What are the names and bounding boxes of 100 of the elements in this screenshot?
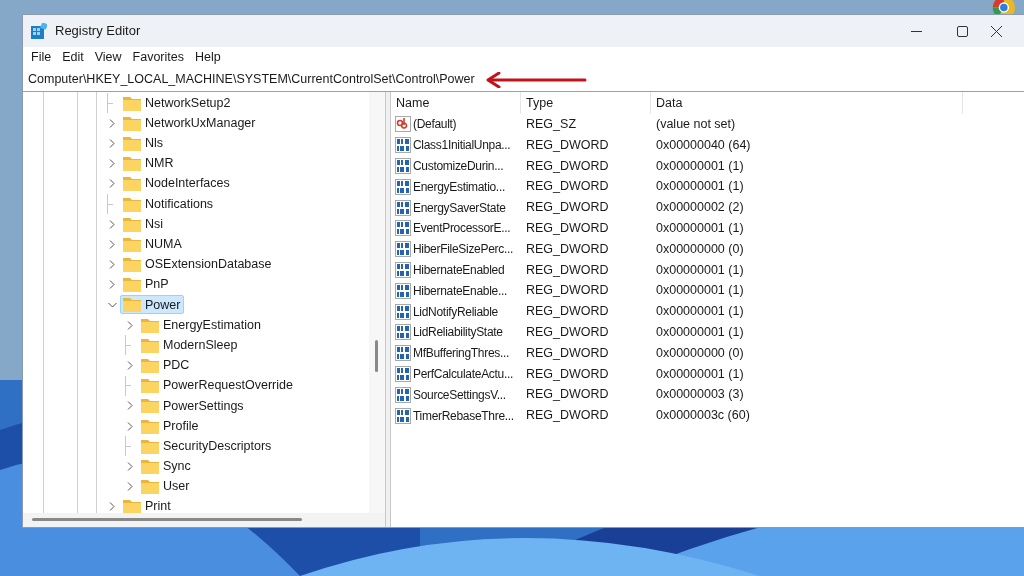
- tree-item[interactable]: NUMA: [120, 234, 186, 254]
- table-cell-text: 0x00000001 (1): [655, 282, 745, 300]
- value-name[interactable]: SourceSettingsV...: [413, 385, 506, 404]
- table-cell-text: REG_DWORD: [525, 282, 610, 300]
- tree-item[interactable]: PowerRequestOverride: [138, 376, 297, 396]
- table-cell-text: REG_SZ: [525, 116, 577, 133]
- value-name[interactable]: EventProcessorE...: [413, 219, 511, 238]
- tree-item[interactable]: OSExtensionDatabase: [120, 255, 276, 275]
- value-name[interactable]: EnergySaverState: [413, 198, 506, 217]
- column-header[interactable]: Name: [391, 92, 521, 114]
- table-cell-text: REG_DWORD: [525, 261, 610, 279]
- folder-icon: [123, 196, 141, 212]
- tree-item[interactable]: NMR: [120, 154, 178, 174]
- binary-value-icon: [395, 386, 411, 403]
- tree-item[interactable]: PDC: [138, 356, 194, 376]
- value-name[interactable]: HibernateEnabled: [413, 260, 505, 279]
- minimize-icon: [910, 30, 922, 32]
- binary-value-icon: [395, 241, 411, 258]
- table-cell-text: REG_DWORD: [525, 220, 610, 237]
- chevron-right-icon: [127, 461, 133, 471]
- value-name[interactable]: (Default): [413, 115, 457, 134]
- value-name[interactable]: Class1InitialUnpa...: [413, 136, 511, 155]
- column-header[interactable]: Data: [651, 92, 963, 114]
- table-cell-text: 0x00000001 (1): [655, 178, 745, 196]
- tree-item[interactable]: Nsi: [120, 214, 168, 234]
- folder-icon: [123, 135, 141, 151]
- table-cell-text: REG_DWORD: [525, 344, 610, 362]
- binary-value-icon: [395, 345, 411, 362]
- table-cell-text: REG_DWORD: [525, 157, 610, 175]
- address-bar[interactable]: Computer\HKEY_LOCAL_MACHINE\SYSTEM\CurrentControlSet\Control\Power: [23, 70, 475, 89]
- tree-item[interactable]: PowerSettings: [138, 396, 248, 416]
- value-name[interactable]: PerfCalculateActu...: [413, 364, 514, 383]
- close-icon: [991, 25, 1002, 37]
- menu-item[interactable]: Edit: [57, 48, 89, 67]
- menu-item[interactable]: File: [26, 48, 57, 67]
- scroll-thumb[interactable]: [32, 518, 302, 521]
- column-header[interactable]: Type: [521, 92, 651, 114]
- vertical-scrollbar[interactable]: [369, 92, 385, 513]
- folder-icon: [123, 297, 141, 313]
- tree-item[interactable]: User: [138, 477, 194, 497]
- table-cell-text: REG_DWORD: [525, 178, 610, 196]
- tree-item[interactable]: Power: [120, 295, 185, 315]
- folder-icon: [123, 257, 141, 273]
- value-name[interactable]: CustomizeDurin...: [413, 157, 504, 175]
- tree-item[interactable]: NetworkSetup2: [120, 93, 235, 113]
- chevron-right-icon: [127, 482, 133, 492]
- string-value-icon: [395, 116, 411, 133]
- folder-icon: [141, 479, 159, 495]
- folder-icon: [123, 499, 141, 515]
- folder-icon: [141, 438, 159, 454]
- value-name[interactable]: HibernateEnable...: [413, 281, 507, 300]
- folder-icon: [123, 95, 141, 111]
- folder-icon: [141, 317, 159, 333]
- table-cell-text: REG_DWORD: [525, 240, 610, 258]
- table-cell-text: 0x00000002 (2): [655, 199, 745, 217]
- table-cell-text: REG_DWORD: [525, 324, 610, 341]
- folder-icon: [141, 358, 159, 374]
- folder-icon: [123, 156, 141, 172]
- scroll-thumb[interactable]: [375, 340, 378, 372]
- binary-value-icon: [395, 220, 411, 237]
- table-cell-text: REG_DWORD: [525, 386, 610, 404]
- table-cell-text: (value not set): [655, 116, 737, 133]
- value-name[interactable]: EnergyEstimatio...: [413, 177, 505, 196]
- binary-value-icon: [395, 137, 411, 154]
- table-cell-text: 0x0000003c (60): [655, 407, 751, 425]
- value-name[interactable]: TimerRebaseThre...: [413, 406, 514, 425]
- horizontal-scrollbar[interactable]: [23, 513, 385, 527]
- tree-item[interactable]: ModernSleep: [138, 335, 242, 355]
- table-cell-text: 0x00000001 (1): [655, 303, 745, 321]
- binary-value-icon: [395, 158, 411, 174]
- binary-value-icon: [395, 303, 411, 320]
- menu-item[interactable]: Help: [190, 48, 226, 67]
- table-cell-text: REG_DWORD: [525, 199, 610, 217]
- folder-icon: [141, 337, 159, 353]
- tree-item[interactable]: Profile: [138, 416, 203, 436]
- value-name[interactable]: MfBufferingThres...: [413, 344, 510, 363]
- tree-item[interactable]: EnergyEstimation: [138, 315, 265, 335]
- table-cell-text: 0x00000000 (0): [655, 240, 745, 258]
- tree-item[interactable]: NetworkUxManager: [120, 113, 260, 133]
- folder-icon: [141, 398, 159, 414]
- tree-item[interactable]: Print: [120, 497, 175, 517]
- menu-item[interactable]: View: [89, 48, 127, 67]
- tree-item[interactable]: SecurityDescriptors: [138, 436, 276, 456]
- menu-item[interactable]: Favorites: [127, 48, 189, 67]
- chevron-down-icon: [107, 301, 117, 308]
- tree-item[interactable]: Notifications: [120, 194, 218, 214]
- tree-item[interactable]: Sync: [138, 456, 195, 476]
- folder-icon: [123, 115, 141, 131]
- binary-value-icon: [395, 282, 411, 299]
- value-name[interactable]: LidNotifyReliable: [413, 302, 498, 321]
- tree-item[interactable]: Nls: [120, 133, 168, 153]
- value-name[interactable]: HiberFileSizePerc...: [413, 240, 514, 259]
- tree-item[interactable]: PnP: [120, 275, 173, 295]
- value-name[interactable]: LidReliabilityState: [413, 323, 503, 342]
- table-cell-text: REG_DWORD: [525, 303, 610, 321]
- table-cell-text: 0x00000040 (64): [655, 136, 752, 154]
- binary-value-icon: [395, 407, 411, 424]
- tree-item[interactable]: NodeInterfaces: [120, 174, 234, 194]
- binary-value-icon: [395, 324, 411, 341]
- table-cell-text: 0x00000001 (1): [655, 157, 745, 175]
